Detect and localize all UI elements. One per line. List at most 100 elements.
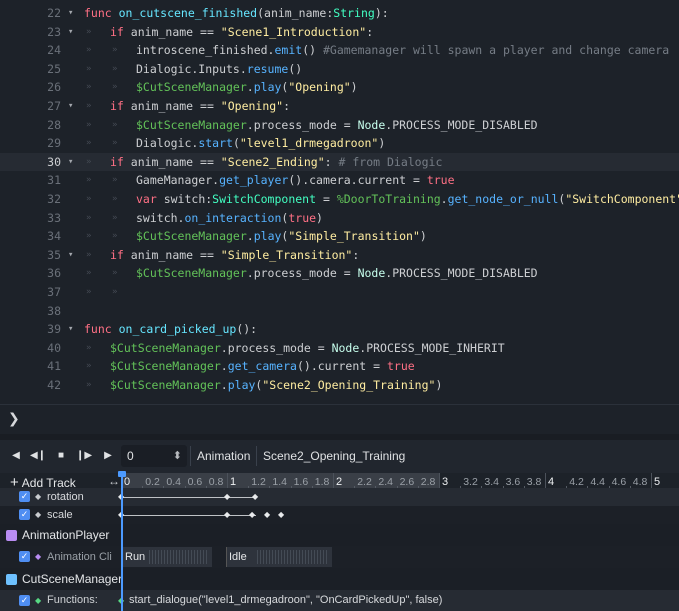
code-line[interactable]: 35 ▾ » if anim_name == "Simple_Transition":: [0, 246, 679, 265]
keyframe[interactable]: ◆: [278, 506, 284, 524]
track-row-scale[interactable]: ✓ ◆ scale ◆ ◆ ◆ ◆ ◆: [0, 506, 679, 524]
code-line[interactable]: 28 » » $CutSceneManager.process_mode = Node…: [0, 116, 679, 135]
code-line[interactable]: 24 » » introscene_finished.emit() #Gamemana…: [0, 41, 679, 60]
code-token: %DoorToTraining: [336, 192, 441, 206]
playhead[interactable]: [121, 473, 123, 611]
line-number: 39: [47, 322, 61, 337]
code-token: func: [84, 322, 119, 337]
play-icon[interactable]: ▶: [99, 448, 117, 464]
track-row-animation-clip[interactable]: ✓ ◆ Animation Cli Run Idle: [0, 546, 679, 568]
code-line[interactable]: 42 » $CutSceneManager.play("Scene2_Opening…: [0, 376, 679, 395]
animation-selector[interactable]: Scene2_Opening_Training: [263, 449, 405, 463]
tab-marker: »: [86, 26, 92, 37]
animation-clip-idle[interactable]: Idle: [226, 547, 332, 567]
function-call-label: start_dialogue("level1_drmegadroon", "On…: [129, 594, 443, 606]
code-token: var: [136, 192, 164, 206]
chevron-right-icon[interactable]: ❯: [8, 411, 20, 427]
line-number: 30: [47, 154, 61, 169]
code-line[interactable]: 34 » » $CutSceneManager.play("Simple_Transi…: [0, 227, 679, 246]
code-text: Dialogic.Inputs.resume(): [136, 60, 302, 79]
script-editor[interactable]: 22 ▾ func on_cutscene_finished(anim_name:S…: [0, 0, 679, 404]
fold-arrow-icon[interactable]: ▾: [68, 246, 78, 265]
node-group-animation-player[interactable]: AnimationPlayer: [0, 524, 679, 546]
play-backwards-from-end-icon[interactable]: ◀❙: [29, 448, 47, 464]
tab-marker: »: [86, 212, 92, 223]
tab-marker: »: [86, 287, 92, 297]
stop-icon[interactable]: ■: [52, 448, 70, 464]
code-line[interactable]: 32 » » var switch:SwitchComponent = %DoorTo…: [0, 190, 679, 209]
fold-arrow-icon[interactable]: ▾: [68, 320, 78, 339]
keyframe[interactable]: ◆: [224, 488, 230, 506]
code-token: anim_name ==: [130, 247, 221, 262]
keyframe[interactable]: ◆: [252, 488, 258, 506]
time-input[interactable]: 0 ⬍: [121, 445, 187, 467]
code-line[interactable]: 37 » »: [0, 283, 679, 302]
line-number: 38: [47, 303, 61, 318]
ruler-tick-label: 4: [548, 476, 555, 488]
output-toggle-bar: ❯: [0, 404, 679, 434]
code-text: $CutSceneManager.process_mode = Node.PRO…: [110, 339, 505, 358]
code-line[interactable]: 31 » » GameManager.get_player().camera.curr…: [0, 171, 679, 190]
keyframe[interactable]: ◆: [249, 506, 255, 524]
tab-marker: »: [86, 138, 92, 149]
tab-marker: »: [86, 63, 92, 74]
fold-arrow-icon[interactable]: ▾: [68, 153, 78, 172]
clip-waveform: [257, 550, 329, 564]
line-number: 32: [47, 192, 61, 206]
code-line[interactable]: 33 » » switch.on_interaction(true): [0, 209, 679, 228]
fold-arrow-icon[interactable]: ▾: [68, 23, 78, 42]
play-backwards-icon[interactable]: ◀: [7, 448, 25, 464]
code-token: emit: [274, 43, 303, 58]
code-token: switch.: [136, 210, 185, 225]
fold-arrow-icon[interactable]: ▾: [68, 4, 78, 23]
track-enabled-checkbox[interactable]: ✓: [19, 551, 30, 562]
code-line[interactable]: 27 ▾ » if anim_name == "Opening":: [0, 97, 679, 116]
code-text: var switch:SwitchComponent = %DoorToTrai…: [136, 190, 679, 209]
node-group-label: CutSceneManager: [22, 572, 123, 586]
keyframe[interactable]: ◆: [264, 506, 270, 524]
code-token: anim_name ==: [130, 99, 221, 113]
keyframe[interactable]: ◆: [224, 506, 230, 524]
play-from-start-icon[interactable]: ❙▶: [75, 448, 93, 464]
track-enabled-checkbox[interactable]: ✓: [19, 491, 30, 502]
track-row-rotation[interactable]: ✓ ◆ rotation ◆ ◆ ◆: [0, 488, 679, 506]
code-token: SwitchComponent: [212, 192, 317, 206]
code-line[interactable]: 39 ▾ func on_card_picked_up():: [0, 320, 679, 339]
code-line[interactable]: 40 » $CutSceneManager.process_mode = Node.…: [0, 339, 679, 358]
tab-marker: »: [86, 82, 92, 93]
code-token: (: [232, 136, 240, 151]
code-line[interactable]: 25 » » Dialogic.Inputs.resume(): [0, 60, 679, 79]
property-track-icon: ◆: [35, 510, 42, 519]
code-token: .: [440, 192, 448, 206]
node-group-cutscene-manager[interactable]: CutSceneManager: [0, 568, 679, 590]
code-token: true: [288, 210, 317, 225]
code-token: .process_mode =: [220, 340, 332, 355]
tab-marker: »: [112, 212, 118, 223]
code-line[interactable]: 26 » » $CutSceneManager.play("Opening"): [0, 78, 679, 97]
code-line[interactable]: 22 ▾ func on_cutscene_finished(anim_name:S…: [0, 4, 679, 23]
tab-marker: »: [86, 249, 92, 260]
code-line[interactable]: 38: [0, 302, 679, 321]
animation-clip-run[interactable]: Run: [122, 547, 212, 567]
code-line[interactable]: 29 » » Dialogic.start("level1_drmegadroon"): [0, 134, 679, 153]
keyframe-line: [122, 515, 256, 516]
animation-menu-button[interactable]: Animation: [197, 449, 250, 463]
tab-marker: »: [112, 82, 118, 93]
code-token: String: [333, 6, 375, 20]
code-token: "Simple_Transition": [288, 229, 420, 244]
fold-arrow-icon[interactable]: ▾: [68, 97, 78, 116]
line-number: 42: [47, 378, 61, 392]
keyframe-line: [122, 497, 256, 498]
code-line[interactable]: 41 » $CutSceneManager.get_camera().current…: [0, 357, 679, 376]
code-line[interactable]: 36 » » $CutSceneManager.process_mode = Node…: [0, 264, 679, 283]
code-line[interactable]: 30 ▾ » if anim_name == "Scene2_Ending": # f…: [0, 152, 679, 172]
track-enabled-checkbox[interactable]: ✓: [19, 595, 30, 606]
code-token: ().camera.current =: [288, 173, 427, 188]
line-number: 36: [47, 266, 61, 281]
line-number: 25: [47, 61, 61, 76]
track-enabled-checkbox[interactable]: ✓: [19, 509, 30, 520]
code-line[interactable]: 23 ▾ » if anim_name == "Scene1_Introduction…: [0, 23, 679, 42]
track-row-functions[interactable]: ✓ ◆ Functions: ◆ start_dialogue("level1_…: [0, 590, 679, 611]
spinner-arrows-icon[interactable]: ⬍: [173, 445, 182, 467]
line-number: 26: [47, 80, 61, 95]
